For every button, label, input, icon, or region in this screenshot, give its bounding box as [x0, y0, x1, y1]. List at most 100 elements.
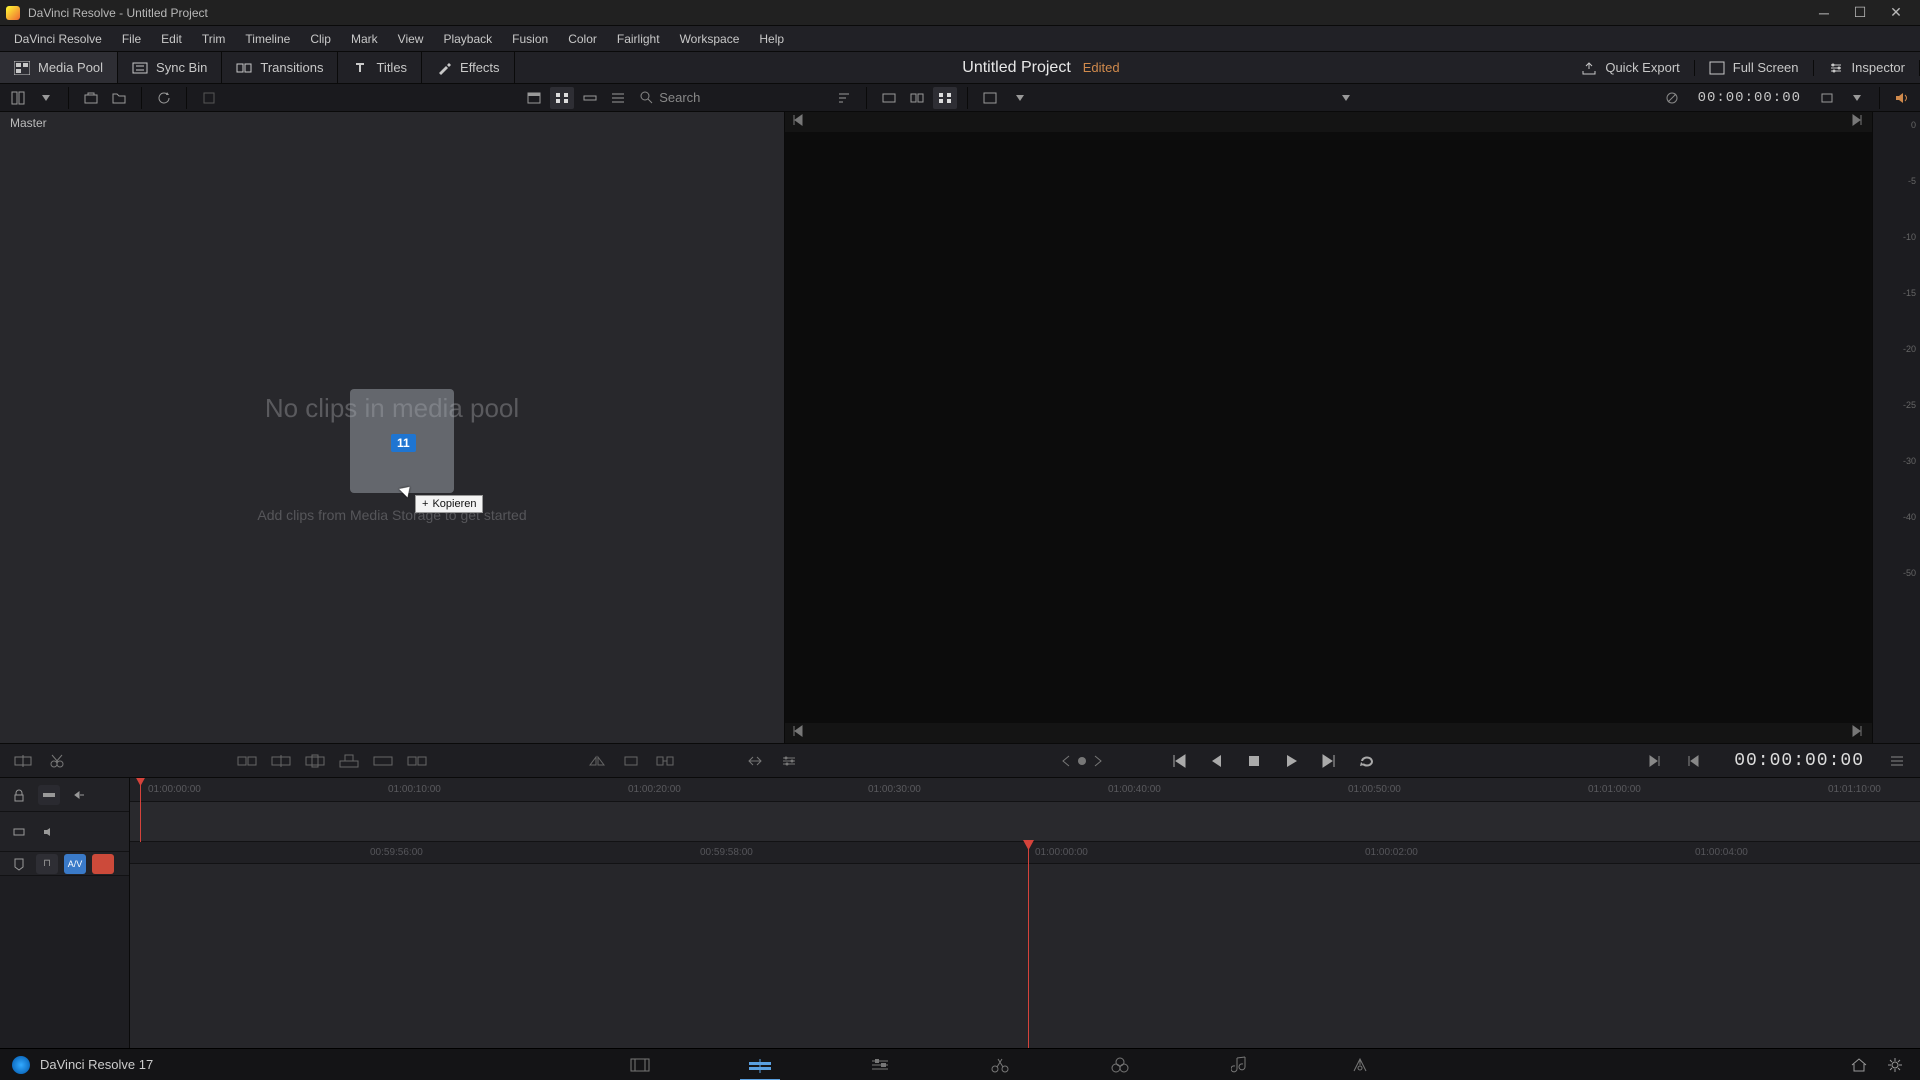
- menu-color[interactable]: Color: [558, 26, 607, 51]
- timecode-dropdown[interactable]: [1845, 87, 1869, 109]
- effects-toggle[interactable]: Effects: [422, 52, 515, 83]
- track-lock-icon[interactable]: [8, 785, 30, 805]
- close-button[interactable]: ✕: [1878, 1, 1914, 25]
- tools-menu-button[interactable]: [740, 748, 770, 774]
- menu-fairlight[interactable]: Fairlight: [607, 26, 670, 51]
- page-deliver[interactable]: [1335, 1049, 1385, 1080]
- viewer-last-button[interactable]: [1852, 114, 1866, 128]
- viewer-first-button[interactable]: [791, 114, 805, 128]
- viewer-timecode[interactable]: 00:00:00:00: [1698, 90, 1801, 106]
- track-mode-a[interactable]: [38, 785, 60, 805]
- page-media[interactable]: [615, 1049, 665, 1080]
- page-fairlight[interactable]: [1215, 1049, 1265, 1080]
- minimize-button[interactable]: ─: [1806, 1, 1842, 25]
- viewer-mode-dual[interactable]: [933, 87, 957, 109]
- upper-track[interactable]: [130, 802, 1920, 842]
- go-first-button[interactable]: [1163, 748, 1193, 774]
- safe-area-dropdown[interactable]: [1008, 87, 1032, 109]
- stop-button[interactable]: [1239, 748, 1269, 774]
- viewer-canvas[interactable]: [785, 132, 1872, 723]
- bypass-fx-button[interactable]: [1660, 87, 1684, 109]
- append-button[interactable]: [232, 748, 262, 774]
- refresh-button[interactable]: [152, 87, 176, 109]
- strip-view-button[interactable]: [578, 87, 602, 109]
- import-media-button[interactable]: [79, 87, 103, 109]
- play-button[interactable]: [1277, 748, 1307, 774]
- timeline-options-button[interactable]: [1882, 748, 1912, 774]
- viewer-mode-source[interactable]: [877, 87, 901, 109]
- project-settings-button[interactable]: [1886, 1056, 1904, 1074]
- loop-button[interactable]: [1353, 748, 1383, 774]
- quick-export-button[interactable]: Quick Export: [1567, 60, 1694, 76]
- timecode-menu[interactable]: [1815, 87, 1839, 109]
- smooth-cut-button[interactable]: [650, 748, 680, 774]
- menu-timeline[interactable]: Timeline: [235, 26, 300, 51]
- next-clip-button[interactable]: [1640, 748, 1670, 774]
- transitions-toggle[interactable]: Transitions: [222, 52, 338, 83]
- source-overwrite-button[interactable]: [368, 748, 398, 774]
- menu-workspace[interactable]: Workspace: [670, 26, 750, 51]
- menu-fusion[interactable]: Fusion: [502, 26, 558, 51]
- menu-trim[interactable]: Trim: [192, 26, 236, 51]
- audio-meter-toggle[interactable]: [1890, 87, 1914, 109]
- bin-path[interactable]: Master: [0, 112, 784, 134]
- safe-area-button[interactable]: [978, 87, 1002, 109]
- track-mode-b[interactable]: [68, 785, 90, 805]
- page-edit[interactable]: [855, 1049, 905, 1080]
- menu-playback[interactable]: Playback: [433, 26, 502, 51]
- close-up-button[interactable]: [300, 748, 330, 774]
- dissolve-button[interactable]: [582, 748, 612, 774]
- page-color[interactable]: [1095, 1049, 1145, 1080]
- menu-davinci[interactable]: DaVinci Resolve: [4, 26, 112, 51]
- inspector-toggle[interactable]: Inspector: [1814, 60, 1920, 76]
- lower-ruler[interactable]: 00:59:56:00 00:59:58:00 01:00:00:00 01:0…: [130, 842, 1920, 864]
- thumbnail-view-button[interactable]: [550, 87, 574, 109]
- place-on-top-button[interactable]: [334, 748, 364, 774]
- full-screen-button[interactable]: Full Screen: [1695, 60, 1814, 76]
- sync-button[interactable]: [774, 748, 804, 774]
- menu-view[interactable]: View: [388, 26, 434, 51]
- titles-toggle[interactable]: Titles: [338, 52, 422, 83]
- list-view-button[interactable]: [606, 87, 630, 109]
- lower-tracks[interactable]: [130, 864, 1920, 1048]
- bin-list-toggle[interactable]: [6, 87, 30, 109]
- upper-playhead[interactable]: [140, 778, 141, 842]
- lower-playhead[interactable]: [1028, 842, 1029, 1048]
- menu-mark[interactable]: Mark: [341, 26, 388, 51]
- home-button[interactable]: [1850, 1057, 1868, 1073]
- record-icon[interactable]: [92, 854, 114, 874]
- boring-next[interactable]: [1093, 755, 1103, 767]
- page-cut[interactable]: [735, 1049, 785, 1080]
- track-audio-a[interactable]: [38, 822, 60, 842]
- blade-button[interactable]: [42, 748, 72, 774]
- prev-clip-button[interactable]: [1678, 748, 1708, 774]
- viewer-mode-tape[interactable]: [905, 87, 929, 109]
- menu-edit[interactable]: Edit: [151, 26, 192, 51]
- bin-dropdown[interactable]: [34, 87, 58, 109]
- timeline-timecode[interactable]: 00:00:00:00: [1734, 751, 1864, 771]
- sort-button[interactable]: [832, 87, 856, 109]
- import-folder-button[interactable]: [107, 87, 131, 109]
- ripple-button[interactable]: [266, 748, 296, 774]
- upper-ruler[interactable]: 01:00:00:00 01:00:10:00 01:00:20:00 01:0…: [130, 778, 1920, 802]
- menu-clip[interactable]: Clip: [300, 26, 341, 51]
- go-last-button[interactable]: [1315, 748, 1345, 774]
- page-fusion[interactable]: [975, 1049, 1025, 1080]
- sync-bin-toggle[interactable]: Sync Bin: [118, 52, 222, 83]
- smart-insert-button[interactable]: [8, 748, 38, 774]
- timeline-canvas[interactable]: 01:00:00:00 01:00:10:00 01:00:20:00 01:0…: [130, 778, 1920, 1048]
- viewer-next-edit-button[interactable]: [1852, 725, 1866, 739]
- ripple-overwrite-button[interactable]: [402, 748, 432, 774]
- track-enable-a[interactable]: [8, 822, 30, 842]
- media-pool-toggle[interactable]: Media Pool: [0, 52, 118, 83]
- marker-icon[interactable]: [8, 854, 30, 874]
- viewer-prev-edit-button[interactable]: [791, 725, 805, 739]
- search-input[interactable]: Search: [640, 90, 700, 105]
- menu-file[interactable]: File: [112, 26, 151, 51]
- snap-icon[interactable]: ⊓: [36, 854, 58, 874]
- media-pool-panel[interactable]: Master No clips in media pool Add clips …: [0, 112, 785, 743]
- step-back-button[interactable]: [1201, 748, 1231, 774]
- maximize-button[interactable]: ☐: [1842, 1, 1878, 25]
- resolve-fx-button[interactable]: [197, 87, 221, 109]
- viewer-dropdown[interactable]: [1334, 87, 1358, 109]
